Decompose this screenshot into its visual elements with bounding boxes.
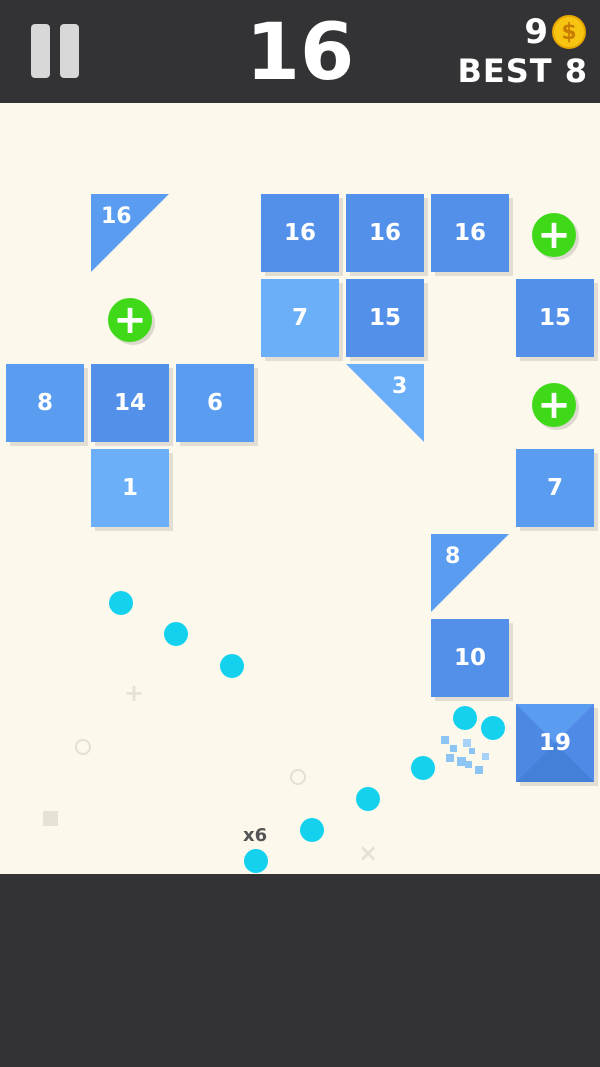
brick: 16 [346,194,424,272]
brick: 14 [91,364,169,442]
brick: 10 [431,619,509,697]
brick-shard [441,736,449,744]
brick: 15 [516,279,594,357]
brick-hit: 19 [516,704,594,782]
triangle-brick: 3 [346,364,424,442]
ball [220,654,244,678]
ball [411,756,435,780]
ball [109,591,133,615]
add-ball-pickup: + [532,213,576,257]
triangle-brick: 16 [91,194,169,272]
brick-shard [482,753,489,760]
ball [453,706,477,730]
game-field[interactable]: + × 16 16 16 16 7 15 15 3 8 14 6 1 7 8 1… [0,103,600,874]
brick-value: 19 [538,730,571,756]
add-ball-pickup: + [532,383,576,427]
coin-icon: $ [552,15,586,49]
circle-decoration [290,769,306,785]
brick-shard [469,748,475,754]
brick-shard [475,766,483,774]
brick: 16 [431,194,509,272]
brick: 1 [91,449,169,527]
top-bar: 16 9 $ BEST 8 [0,0,600,103]
pause-icon [31,24,50,78]
ball [481,716,505,740]
add-ball-pickup: + [108,298,152,342]
score-counter: 16 [245,8,355,98]
brick-shard [465,761,472,768]
square-decoration [43,811,58,826]
brick: 16 [261,194,339,272]
pause-button[interactable] [28,24,82,80]
ball [300,818,324,842]
brick: 15 [346,279,424,357]
brick-value: 3 [392,374,408,399]
brick-value: 16 [101,204,132,229]
brick-shard [463,739,471,747]
cross-decoration: × [358,839,379,867]
brick-shard [446,754,454,762]
triangle-brick: 8 [431,534,509,612]
plus-decoration: + [124,679,145,707]
brick: 6 [176,364,254,442]
ball-launcher [244,849,268,873]
coin-count: 9 [524,12,548,52]
coin-display: 9 $ [524,12,586,52]
ball [356,787,380,811]
brick: 7 [261,279,339,357]
brick: 8 [6,364,84,442]
brick-value: 8 [445,544,461,569]
bottom-bar [0,874,600,1067]
best-score: BEST 8 [457,52,588,90]
brick: 7 [516,449,594,527]
pause-icon [60,24,79,78]
ball-count: x6 [243,825,268,846]
ball [164,622,188,646]
circle-decoration [75,739,91,755]
brick-shard [450,745,457,752]
